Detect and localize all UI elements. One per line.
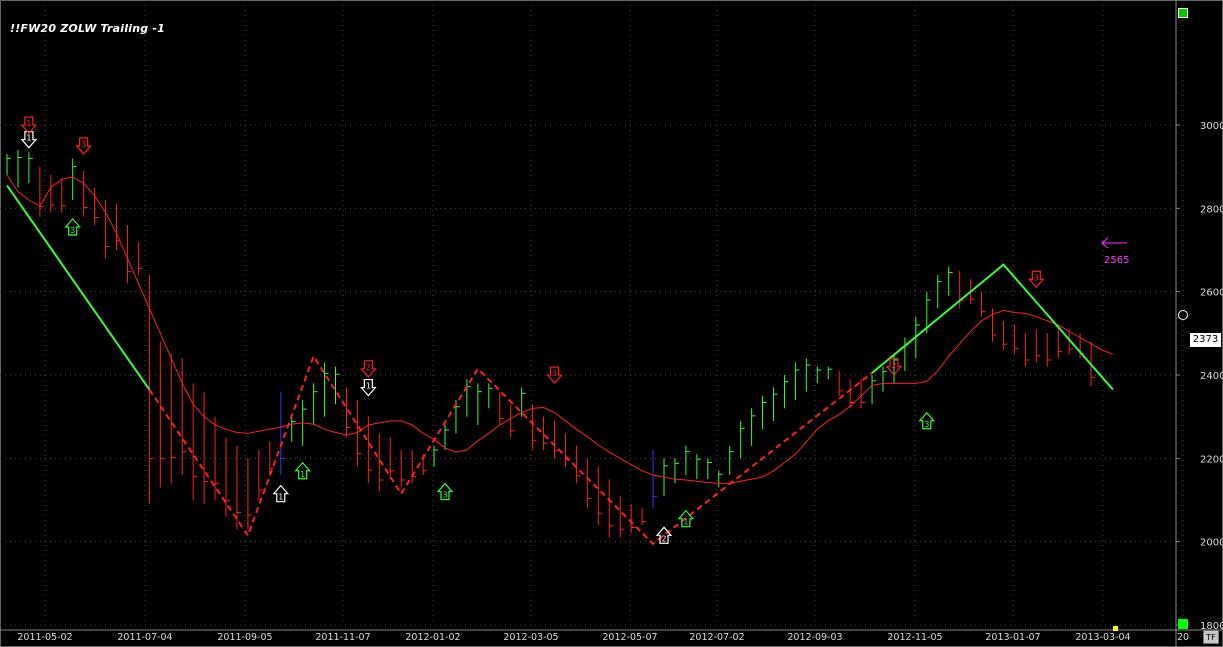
- y-tick-label: 2400: [1200, 371, 1223, 382]
- x-tick-label: 2011-07-04: [117, 632, 172, 643]
- chart-title: !!FW20 ZOLW Trailing -1: [10, 22, 165, 35]
- signal-arrow-down: 3: [1027, 270, 1045, 289]
- x-tick-label: 2012-11-05: [887, 632, 942, 643]
- target-price-label: 2565: [1104, 255, 1129, 266]
- zigzag-solid-line: [6, 184, 151, 391]
- y-tick-label: 2000: [1200, 538, 1223, 549]
- signal-label: 1: [683, 518, 688, 527]
- signal-arrow-up: 1: [272, 484, 290, 503]
- x-tick-label: 2012-09-03: [787, 632, 842, 643]
- y-tick-label: 2800: [1200, 204, 1223, 215]
- signal-label: 1: [366, 382, 371, 391]
- signal-label: 1: [26, 119, 31, 128]
- signal-label: 3: [924, 420, 929, 429]
- moving-average-line: [6, 174, 1114, 484]
- expand-button[interactable]: [1178, 8, 1188, 18]
- signal-label: 3: [442, 491, 447, 500]
- signal-arrow-down: 1: [20, 116, 38, 134]
- signal-label: 2: [661, 534, 666, 543]
- x-tick-label: 2011-11-07: [315, 632, 370, 643]
- price-axis-toggle[interactable]: [1178, 310, 1188, 320]
- y-tick-label: 3000: [1200, 121, 1223, 132]
- outer-frame: [0, 0, 1223, 647]
- signal-arrow-up: 3: [436, 482, 454, 501]
- x-tick-label: 2013-01-07: [985, 632, 1040, 643]
- signal-arrow-down: 3: [546, 366, 563, 384]
- signal-label: 3: [81, 140, 86, 149]
- signal-arrow-up: 2: [655, 526, 673, 544]
- signal-arrow-up: 1: [294, 461, 311, 480]
- x-tick-label: 2011-09-05: [217, 632, 272, 643]
- signal-label: 2: [366, 363, 371, 372]
- last-price-label: 2373: [1190, 333, 1221, 347]
- x-tick-label: 2012-05-07: [602, 632, 657, 643]
- signal-arrow-down: 1: [360, 378, 377, 397]
- signal-arrow-up: 3: [918, 411, 936, 430]
- signal-arrow-down: 2: [360, 360, 377, 378]
- y-tick-label: 2200: [1200, 454, 1223, 465]
- timeframe-button[interactable]: TF: [1203, 630, 1219, 644]
- signal-label: 2: [891, 361, 896, 370]
- scroll-end-button[interactable]: [1178, 619, 1188, 629]
- chart-canvas: 18002000220024002600280030002011-05-02 20…: [0, 0, 1223, 647]
- x-tick-label: 2012-01-02: [405, 632, 460, 643]
- y-tick-label: 2600: [1200, 288, 1223, 299]
- signal-label: 1: [278, 493, 283, 502]
- signal-label: 3: [70, 226, 75, 235]
- signal-label: 1: [26, 134, 31, 143]
- signal-label: 3: [1034, 273, 1039, 282]
- x-tick-label: 2011-05-02: [17, 632, 72, 643]
- zigzag-dashed-line: [148, 354, 873, 546]
- signal-label: 3: [552, 369, 557, 378]
- signal-arrow-up: 3: [64, 218, 82, 236]
- signal-arrow-down: 3: [75, 137, 92, 155]
- x-tick-label: 2013-03-04: [1075, 632, 1130, 643]
- signal-arrow-down: 1: [20, 131, 38, 149]
- signal-label: 1: [300, 470, 305, 479]
- x-tick-label: 2012-07-02: [689, 632, 744, 643]
- x-tick-label: 2012-03-05: [503, 632, 558, 643]
- scroll-position-marker[interactable]: [1113, 626, 1118, 631]
- x-tick-label: 20: [1177, 632, 1189, 643]
